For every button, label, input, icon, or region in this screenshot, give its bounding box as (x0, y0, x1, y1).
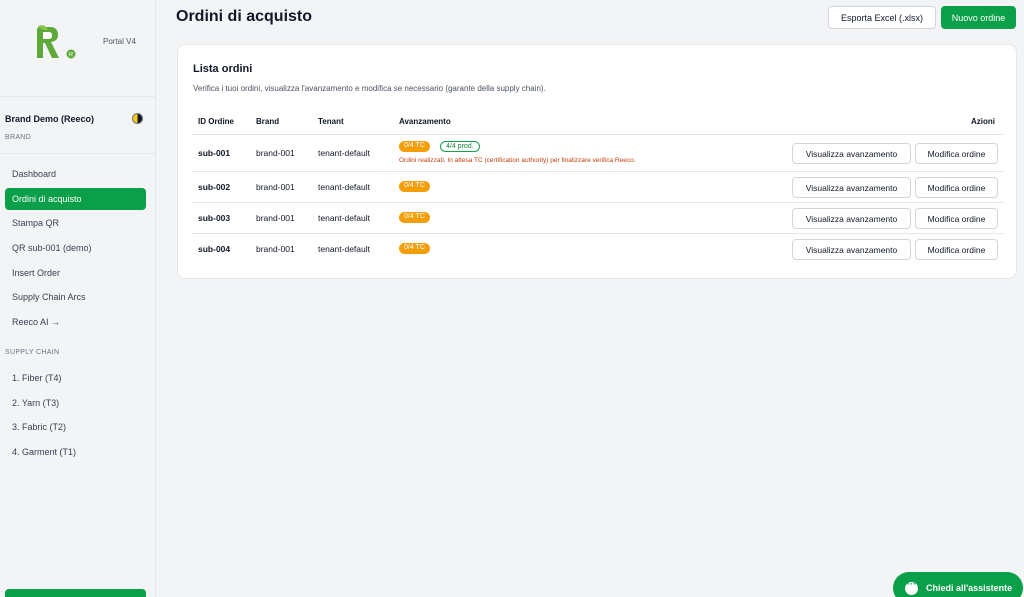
order-tenant: tenant-default (318, 148, 370, 158)
sidebar-item-qr-sub-001[interactable]: QR sub-001 (demo) (5, 237, 146, 259)
order-brand: brand-001 (256, 244, 295, 254)
sidebar-item-fabric[interactable]: 3. Fabric (T2) (5, 416, 146, 438)
tc-progress-badge: 0/4 TC (399, 181, 430, 192)
brand-name: Brand Demo (Reeco) (5, 113, 95, 124)
table-row: sub-003 brand-001 tenant-default 0/4 TC … (192, 202, 1004, 233)
card-title: Lista ordini (193, 63, 253, 75)
view-progress-button[interactable]: Visualizza avanzamento (792, 239, 911, 260)
tc-progress-badge: 0/4 TC (399, 243, 430, 254)
sidebar-divider (0, 153, 156, 154)
production-progress-badge: 4/4 prod. (440, 141, 480, 152)
sidebar-item-insert-order[interactable]: Insert Order (5, 262, 146, 284)
export-excel-button[interactable]: Esporta Excel (.xlsx) (828, 6, 936, 29)
portal-version: Portal V4 (103, 37, 136, 46)
order-id: sub-002 (198, 182, 231, 192)
column-header-actions: Azioni (971, 117, 995, 126)
edit-order-button[interactable]: Modifica ordine (915, 177, 998, 198)
sidebar-item-supply-chain-arcs[interactable]: Supply Chain Arcs (5, 286, 146, 308)
sidebar-nav: Dashboard Ordini di acquisto Stampa QR Q… (5, 163, 146, 336)
order-id: sub-004 (198, 244, 231, 254)
logo-area: R Portal V4 (0, 0, 155, 97)
supply-chain-section-title: SUPPLY CHAIN (5, 349, 60, 356)
column-header-tenant: Tenant (318, 117, 344, 126)
assistant-chat-button[interactable]: Chiedi all'assistente (893, 572, 1023, 597)
order-tenant: tenant-default (318, 213, 370, 223)
sidebar-item-garment[interactable]: 4. Garment (T1) (5, 441, 146, 463)
sidebar-item-stampa-qr[interactable]: Stampa QR (5, 212, 146, 234)
sidebar-item-reeco-ai[interactable]: Reeco AI → (5, 311, 146, 333)
sidebar-item-fiber[interactable]: 1. Fiber (T4) (5, 367, 146, 389)
reeco-logo: R (37, 25, 76, 59)
supply-chain-nav: 1. Fiber (T4) 2. Yarn (T3) 3. Fabric (T2… (5, 367, 146, 466)
column-header-brand: Brand (256, 117, 280, 126)
orders-card: Lista ordini Verifica i tuoi ordini, vis… (177, 44, 1017, 279)
status-note: Ordini realizzati. In attesa TC (certifi… (399, 157, 636, 164)
assistant-label: Chiedi all'assistente (926, 583, 1013, 593)
edit-order-button[interactable]: Modifica ordine (915, 239, 998, 260)
view-progress-button[interactable]: Visualizza avanzamento (792, 208, 911, 229)
order-id: sub-001 (198, 148, 231, 158)
order-tenant: tenant-default (318, 182, 370, 192)
sidebar-item-ordini-di-acquisto[interactable]: Ordini di acquisto (5, 187, 146, 210)
table-row: sub-004 brand-001 tenant-default 0/4 TC … (192, 233, 1004, 264)
tc-progress-badge: 0/4 TC (399, 212, 430, 223)
page-title: Ordini di acquisto (176, 8, 313, 25)
view-progress-button[interactable]: Visualizza avanzamento (792, 143, 911, 164)
order-brand: brand-001 (256, 213, 295, 223)
table-row: sub-002 brand-001 tenant-default 0/4 TC … (192, 171, 1004, 202)
sidebar-item-yarn[interactable]: 2. Yarn (T3) (5, 392, 146, 414)
sidebar: R Portal V4 Brand Demo (Reeco) BRAND Das… (0, 0, 156, 597)
brand-switcher: Brand Demo (Reeco) (5, 113, 143, 124)
card-subtitle: Verifica i tuoi ordini, visualizza l'ava… (193, 84, 546, 93)
order-brand: brand-001 (256, 148, 295, 158)
order-tenant: tenant-default (318, 244, 370, 254)
edit-order-button[interactable]: Modifica ordine (915, 208, 998, 229)
brand-role-label: BRAND (5, 134, 32, 141)
svg-text:R: R (69, 53, 74, 59)
new-order-button[interactable]: Nuovo ordine (941, 6, 1016, 29)
chat-icon (905, 579, 918, 595)
theme-toggle-icon[interactable] (132, 113, 143, 124)
order-brand: brand-001 (256, 182, 295, 192)
edit-order-button[interactable]: Modifica ordine (915, 143, 998, 164)
table-row: sub-001 brand-001 tenant-default 0/4 TC … (192, 134, 1004, 171)
sidebar-bottom-button[interactable] (5, 589, 146, 597)
order-id: sub-003 (198, 213, 231, 223)
view-progress-button[interactable]: Visualizza avanzamento (792, 177, 911, 198)
column-header-progress: Avanzamento (399, 117, 451, 126)
column-header-id: ID Ordine (198, 117, 235, 126)
sidebar-item-dashboard[interactable]: Dashboard (5, 163, 146, 185)
tc-progress-badge: 0/4 TC (399, 141, 430, 152)
